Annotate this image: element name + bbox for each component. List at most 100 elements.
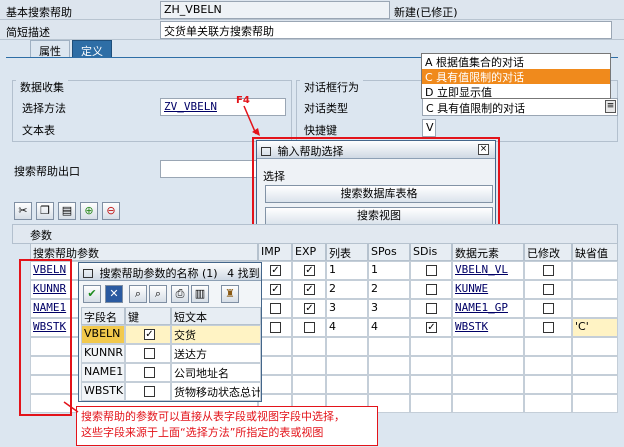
grid-cell-default[interactable] bbox=[572, 337, 618, 356]
checkbox-sdis[interactable] bbox=[426, 284, 437, 295]
dropdown-option-c[interactable]: C 具有值限制的对话 bbox=[422, 69, 610, 84]
find-icon[interactable]: ⌕ bbox=[129, 285, 147, 303]
popup-row-field[interactable]: KUNNR bbox=[81, 344, 125, 363]
grid-cell-spos[interactable]: 1 bbox=[368, 261, 410, 280]
grid-cell-sdis[interactable] bbox=[410, 299, 452, 318]
grid-cell-imp[interactable] bbox=[258, 299, 292, 318]
checkbox-mod[interactable] bbox=[543, 284, 554, 295]
dialog-type-dropdown[interactable]: A 根据值集合的对话 C 具有值限制的对话 D 立即显示值 bbox=[421, 53, 611, 99]
grid-cell-elem[interactable]: KUNWE bbox=[452, 280, 524, 299]
popup-row-text[interactable]: 货物移动状态总计 bbox=[171, 382, 261, 401]
popup-row-text[interactable]: 交货 bbox=[171, 325, 261, 344]
grid-cell-exp[interactable] bbox=[292, 318, 326, 337]
grid-cell-default[interactable] bbox=[572, 299, 618, 318]
dropdown-list-icon[interactable]: ≡ bbox=[605, 100, 616, 113]
grid-cell-exp[interactable] bbox=[292, 356, 326, 375]
cut-icon[interactable]: ✂ bbox=[14, 202, 32, 220]
search-help-name-field[interactable]: ZH_VBELN bbox=[160, 1, 390, 19]
popup-row-field[interactable]: NAME1 bbox=[81, 363, 125, 382]
key-checkbox[interactable] bbox=[144, 367, 155, 378]
dropdown-option-d[interactable]: D 立即显示值 bbox=[422, 84, 610, 99]
grid-cell-elem[interactable] bbox=[452, 394, 524, 413]
grid-cell-mod[interactable] bbox=[524, 318, 572, 337]
hotkey-field[interactable]: V bbox=[422, 119, 436, 137]
grid-cell-list[interactable] bbox=[326, 356, 368, 375]
checkbox-imp[interactable]: ✓ bbox=[270, 284, 281, 295]
selection-method-field[interactable]: ZV_VBELN bbox=[160, 98, 286, 116]
grid-cell-mod[interactable] bbox=[524, 356, 572, 375]
grid-cell-imp[interactable] bbox=[258, 337, 292, 356]
checkbox-imp[interactable] bbox=[270, 322, 281, 333]
grid-cell-imp[interactable] bbox=[258, 356, 292, 375]
col-header-default[interactable]: 缺省值 bbox=[572, 243, 618, 261]
short-desc-field[interactable]: 交货单关联方搜索帮助 bbox=[160, 21, 612, 39]
print-icon[interactable]: ⎙ bbox=[171, 285, 189, 303]
grid-cell-spos[interactable]: 3 bbox=[368, 299, 410, 318]
popup-col-key[interactable]: 键 bbox=[125, 307, 171, 325]
grid-cell-mod[interactable] bbox=[524, 261, 572, 280]
checkbox-mod[interactable] bbox=[543, 322, 554, 333]
grid-cell-sdis[interactable] bbox=[410, 337, 452, 356]
grid-cell-default[interactable]: 'C' bbox=[572, 318, 618, 337]
grid-cell-elem[interactable] bbox=[452, 375, 524, 394]
grid-cell-sdis[interactable] bbox=[410, 394, 452, 413]
grid-cell-list[interactable]: 1 bbox=[326, 261, 368, 280]
layout-icon[interactable]: ▥ bbox=[191, 285, 209, 303]
grid-cell-list[interactable]: 3 bbox=[326, 299, 368, 318]
search-view-button[interactable]: 搜索视图 bbox=[265, 207, 493, 225]
grid-cell-mod[interactable] bbox=[524, 299, 572, 318]
find-next-icon[interactable]: ⌕ bbox=[149, 285, 167, 303]
checkbox-sdis[interactable] bbox=[426, 265, 437, 276]
popup-row-field[interactable]: WBSTK bbox=[81, 382, 125, 401]
checkbox-sdis[interactable]: ✓ bbox=[426, 322, 437, 333]
checkbox-sdis[interactable] bbox=[426, 303, 437, 314]
col-header-imp[interactable]: IMP bbox=[258, 243, 292, 261]
grid-cell-sdis[interactable] bbox=[410, 375, 452, 394]
confirm-check-icon[interactable]: ✔ bbox=[83, 285, 101, 303]
search-db-table-button[interactable]: 搜索数据库表格 bbox=[265, 185, 493, 203]
dropdown-option-a[interactable]: A 根据值集合的对话 bbox=[422, 54, 610, 69]
grid-cell-mod[interactable] bbox=[524, 394, 572, 413]
grid-cell-elem[interactable]: WBSTK bbox=[452, 318, 524, 337]
popup-row-text[interactable]: 公司地址名 bbox=[171, 363, 261, 382]
grid-cell-spos[interactable] bbox=[368, 375, 410, 394]
grid-cell-default[interactable] bbox=[572, 375, 618, 394]
grid-cell-exp[interactable]: ✓ bbox=[292, 261, 326, 280]
checkbox-imp[interactable] bbox=[270, 303, 281, 314]
clear-icon[interactable]: ♜ bbox=[221, 285, 239, 303]
popup-col-text[interactable]: 短文本 bbox=[171, 307, 261, 325]
grid-cell-exp[interactable]: ✓ bbox=[292, 280, 326, 299]
grid-cell-sdis[interactable] bbox=[410, 261, 452, 280]
exit-field[interactable] bbox=[160, 160, 260, 178]
checkbox-exp[interactable]: ✓ bbox=[304, 284, 315, 295]
checkbox-mod[interactable] bbox=[543, 303, 554, 314]
col-header-sdis[interactable]: SDis bbox=[410, 243, 452, 261]
popup-row-key[interactable] bbox=[125, 382, 171, 401]
grid-cell-spos[interactable]: 2 bbox=[368, 280, 410, 299]
grid-cell-list[interactable]: 2 bbox=[326, 280, 368, 299]
col-header-modified[interactable]: 已修改 bbox=[524, 243, 572, 261]
grid-cell-spos[interactable] bbox=[368, 337, 410, 356]
grid-cell-elem[interactable] bbox=[452, 337, 524, 356]
grid-cell-mod[interactable] bbox=[524, 337, 572, 356]
tab-attributes[interactable]: 属性 bbox=[30, 40, 70, 58]
grid-cell-default[interactable] bbox=[572, 394, 618, 413]
grid-cell-default[interactable] bbox=[572, 261, 618, 280]
popup-row-key[interactable] bbox=[125, 363, 171, 382]
grid-cell-elem[interactable]: VBELN_VL bbox=[452, 261, 524, 280]
key-checkbox[interactable] bbox=[144, 348, 155, 359]
grid-cell-exp[interactable] bbox=[292, 375, 326, 394]
checkbox-mod[interactable] bbox=[543, 265, 554, 276]
grid-cell-spos[interactable]: 4 bbox=[368, 318, 410, 337]
checkbox-exp[interactable]: ✓ bbox=[304, 303, 315, 314]
grid-cell-mod[interactable] bbox=[524, 280, 572, 299]
grid-cell-default[interactable] bbox=[572, 280, 618, 299]
popup-row-text[interactable]: 送达方 bbox=[171, 344, 261, 363]
popup-row-key[interactable] bbox=[125, 344, 171, 363]
grid-cell-exp[interactable]: ✓ bbox=[292, 299, 326, 318]
grid-cell-imp[interactable]: ✓ bbox=[258, 261, 292, 280]
checkbox-imp[interactable]: ✓ bbox=[270, 265, 281, 276]
copy-icon[interactable]: ❐ bbox=[36, 202, 54, 220]
close-icon[interactable]: × bbox=[478, 144, 489, 155]
checkbox-exp[interactable] bbox=[304, 322, 315, 333]
